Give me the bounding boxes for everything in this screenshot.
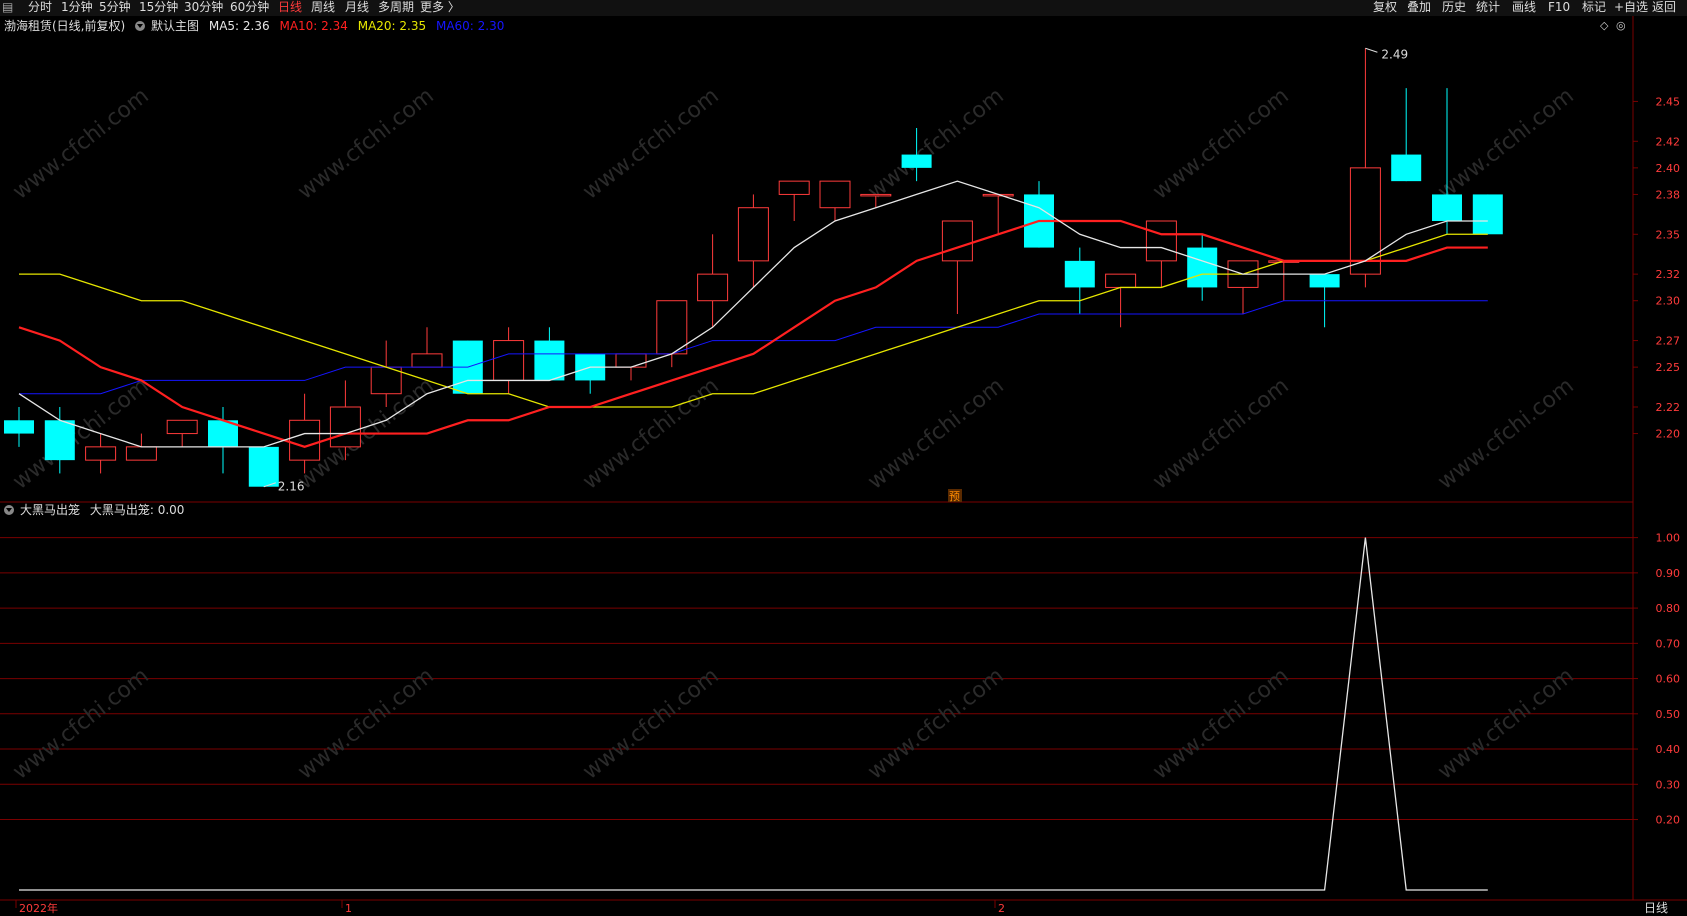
candle-body bbox=[329, 406, 361, 448]
watermark-text: www.cfchi.com bbox=[1433, 663, 1578, 784]
candle-body bbox=[534, 340, 565, 381]
watermark-text: www.cfchi.com bbox=[1148, 83, 1293, 204]
main-y-tick-label: 2.40 bbox=[1656, 162, 1681, 175]
candle-body bbox=[615, 353, 647, 368]
x-tick-label: 1 bbox=[345, 902, 352, 915]
candle-body bbox=[819, 180, 851, 209]
candle-body bbox=[1187, 247, 1218, 288]
candle-body bbox=[1472, 194, 1503, 235]
candle-body bbox=[901, 154, 932, 168]
high-price-label: 2.49 bbox=[1381, 47, 1408, 61]
candle-body bbox=[656, 300, 688, 355]
main-y-tick-label: 2.38 bbox=[1656, 188, 1681, 201]
candle-body bbox=[248, 446, 279, 487]
main-y-tick-label: 2.22 bbox=[1656, 401, 1681, 414]
watermark-text: www.cfchi.com bbox=[1433, 373, 1578, 494]
main-y-tick-label: 2.25 bbox=[1656, 361, 1681, 374]
sub-y-tick-label: 0.60 bbox=[1656, 673, 1681, 686]
candle-body bbox=[1391, 154, 1422, 182]
main-y-tick-label: 2.35 bbox=[1656, 228, 1681, 241]
ma60-line bbox=[19, 300, 1488, 395]
watermark-text: www.cfchi.com bbox=[578, 663, 723, 784]
candle-body bbox=[1145, 220, 1177, 262]
main-y-tick-label: 2.45 bbox=[1656, 95, 1681, 108]
main-y-tick-label: 2.42 bbox=[1656, 135, 1681, 148]
watermark-text: www.cfchi.com bbox=[578, 83, 723, 204]
low-price-label: 2.16 bbox=[278, 480, 305, 494]
candle-body bbox=[44, 420, 75, 461]
main-y-tick-label: 2.20 bbox=[1656, 428, 1681, 441]
sub-y-tick-label: 0.80 bbox=[1656, 602, 1681, 615]
candle-body bbox=[1349, 167, 1381, 275]
watermark-text: www.cfchi.com bbox=[8, 663, 153, 784]
main-y-tick-label: 2.30 bbox=[1656, 295, 1681, 308]
candle-body bbox=[737, 207, 769, 262]
watermark-text: www.cfchi.com bbox=[578, 373, 723, 494]
chart-canvas[interactable]: 2.20 2.22 2.25 2.27 2.30 2.32 2.35 2.38 2.40 2.42… bbox=[0, 0, 1687, 916]
candle-body bbox=[125, 446, 157, 461]
candle-body bbox=[778, 180, 810, 195]
candle-body bbox=[1432, 194, 1462, 221]
watermark-text: www.cfchi.com bbox=[293, 663, 438, 784]
candle-body bbox=[166, 419, 198, 435]
sub-y-tick-label: 0.50 bbox=[1656, 708, 1681, 721]
x-tick-label: 2 bbox=[998, 902, 1005, 915]
candle-body bbox=[289, 419, 321, 461]
sub-y-tick-label: 1.00 bbox=[1656, 532, 1681, 545]
watermark-text: www.cfchi.com bbox=[863, 663, 1008, 784]
watermark-text: www.cfchi.com bbox=[1148, 373, 1293, 494]
high-arrow bbox=[1365, 47, 1378, 53]
candle-body bbox=[411, 353, 443, 368]
candle-body bbox=[85, 446, 117, 461]
forecast-marker: 预 bbox=[949, 490, 960, 503]
sub-y-tick-label: 0.20 bbox=[1656, 814, 1681, 827]
sub-y-tick-label: 0.30 bbox=[1656, 778, 1681, 791]
main-y-tick-label: 2.32 bbox=[1656, 268, 1681, 281]
watermark-text: www.cfchi.com bbox=[1148, 663, 1293, 784]
watermark-text: www.cfchi.com bbox=[8, 373, 153, 494]
sub-y-tick-label: 0.40 bbox=[1656, 743, 1681, 756]
candle-body bbox=[4, 420, 34, 434]
candle-body bbox=[1309, 274, 1340, 288]
watermark-text: www.cfchi.com bbox=[863, 373, 1008, 494]
x-tick-label: 2022年 bbox=[19, 901, 58, 915]
main-y-tick-label: 2.27 bbox=[1656, 335, 1681, 348]
watermark-text: www.cfchi.com bbox=[293, 83, 438, 204]
candle-body bbox=[697, 273, 729, 302]
candle-body bbox=[1064, 260, 1095, 288]
watermark-text: www.cfchi.com bbox=[863, 83, 1008, 204]
candle-body bbox=[860, 193, 892, 197]
sub-y-tick-label: 0.90 bbox=[1656, 567, 1681, 580]
watermark-text: www.cfchi.com bbox=[8, 83, 153, 204]
period-label: 日线 bbox=[1644, 901, 1668, 915]
candle-body bbox=[493, 340, 525, 381]
candle-body bbox=[941, 220, 973, 262]
candle-body bbox=[1105, 273, 1137, 288]
watermark-text: www.cfchi.com bbox=[1433, 83, 1578, 204]
sub-y-tick-label: 0.70 bbox=[1656, 637, 1681, 650]
